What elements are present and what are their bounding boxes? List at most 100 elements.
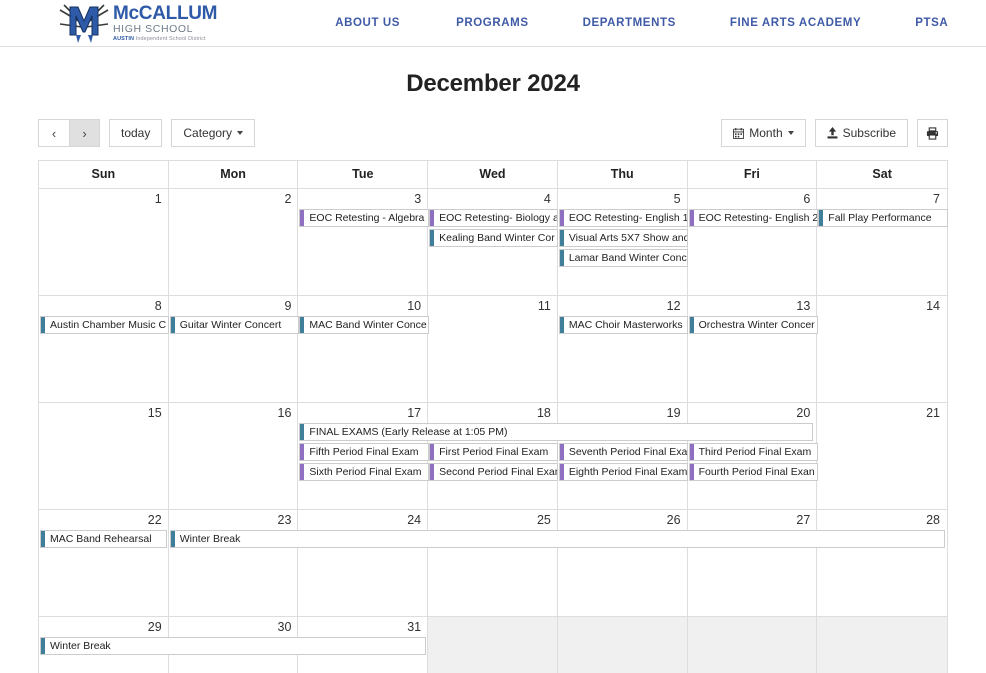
calendar-event[interactable]: Fourth Period Final Exan bbox=[688, 463, 818, 481]
prev-month-button[interactable]: ‹ bbox=[38, 119, 69, 147]
calendar-event[interactable]: EOC Retesting- English 2 bbox=[688, 209, 818, 227]
event-title: Orchestra Winter Concer bbox=[698, 319, 815, 331]
event-row: Austin Chamber Music C Guitar Winter Conc… bbox=[39, 316, 947, 335]
event-title: MAC Band Rehearsal bbox=[50, 533, 152, 545]
view-month-label: Month bbox=[749, 126, 783, 140]
day-number: 2 bbox=[284, 192, 292, 206]
calendar-weeks: 1 2 3 4 5 6 7 EOC Retesting - Algebra EOC Retest… bbox=[39, 189, 948, 673]
event-title: MAC Band Winter Conce bbox=[309, 319, 427, 331]
calendar-event[interactable]: Fall Play Performance bbox=[818, 209, 948, 227]
event-row: FINAL EXAMS (Early Release at 1:05 PM) bbox=[39, 423, 947, 442]
day-number: 31 bbox=[407, 620, 422, 634]
event-title: Visual Arts 5X7 Show and bbox=[568, 232, 688, 244]
calendar-event[interactable]: Third Period Final Exam bbox=[688, 443, 818, 461]
logo-district-rest: Independent School District bbox=[135, 35, 206, 42]
print-button[interactable] bbox=[917, 119, 948, 147]
event-title: Third Period Final Exam bbox=[698, 446, 812, 458]
event-title: Guitar Winter Concert bbox=[179, 319, 282, 331]
day-number: 21 bbox=[926, 406, 940, 420]
day-number: 10 bbox=[407, 299, 422, 313]
calendar-event[interactable]: Austin Chamber Music C bbox=[40, 316, 170, 334]
event-row: EOC Retesting - Algebra EOC Retesting- Bi… bbox=[39, 209, 948, 228]
calendar-toolbar: ‹ › today Category Month Subscribe bbox=[38, 119, 948, 147]
mccallum-knight-m-icon bbox=[58, 1, 110, 45]
event-title: Lamar Band Winter Conc bbox=[568, 252, 687, 264]
calendar-event[interactable]: Winter Break bbox=[169, 530, 945, 548]
event-title: Sixth Period Final Exam bbox=[309, 466, 422, 478]
calendar-event[interactable]: Fifth Period Final Exam bbox=[299, 443, 429, 461]
dow-sat: Sat bbox=[872, 167, 892, 181]
day-number: 1 bbox=[154, 192, 162, 206]
event-title: Winter Break bbox=[50, 640, 111, 652]
nav-item-fine-arts-academy[interactable]: FINE ARTS ACADEMY bbox=[730, 17, 861, 29]
calendar-event[interactable]: EOC Retesting- Biology a bbox=[429, 209, 559, 227]
calendar-event[interactable]: Orchestra Winter Concer bbox=[688, 316, 818, 334]
day-number: 3 bbox=[414, 192, 422, 206]
calendar-week: 22 23 24 25 26 27 28 MAC Band Rehearsal Winter B… bbox=[39, 510, 947, 617]
calendar-week: 1 2 3 4 5 6 7 EOC Retesting - Algebra EOC Retest… bbox=[39, 189, 948, 296]
logo-school-type: HIGH SCHOOL bbox=[113, 23, 194, 35]
dow-wed: Wed bbox=[428, 161, 558, 188]
day-number bbox=[688, 617, 818, 637]
event-title: Fall Play Performance bbox=[828, 212, 932, 224]
calendar-event[interactable]: Lamar Band Winter Conc bbox=[558, 249, 689, 267]
calendar-event[interactable]: First Period Final Exam bbox=[429, 443, 559, 461]
calendar-event[interactable]: Visual Arts 5X7 Show and bbox=[558, 229, 689, 247]
event-title: Winter Break bbox=[179, 533, 241, 545]
category-filter-button[interactable]: Category bbox=[171, 119, 256, 147]
event-title: First Period Final Exam bbox=[439, 446, 549, 458]
day-number: 23 bbox=[277, 513, 292, 527]
next-month-button[interactable]: › bbox=[69, 119, 100, 147]
event-title: EOC Retesting - Algebra bbox=[309, 212, 425, 224]
logo-district-austin: AUSTIN bbox=[113, 35, 135, 42]
calendar-event[interactable]: Guitar Winter Concert bbox=[169, 316, 299, 334]
calendar-event[interactable]: Seventh Period Final Exa bbox=[558, 443, 689, 461]
day-number: 28 bbox=[926, 513, 940, 527]
calendar-event[interactable]: Winter Break bbox=[40, 637, 427, 655]
chevron-down-icon bbox=[237, 131, 244, 135]
calendar-event[interactable]: EOC Retesting- English 1 bbox=[558, 209, 689, 227]
calendar-event[interactable]: MAC Choir Masterworks bbox=[558, 316, 689, 334]
event-row: Lamar Band Winter Conc bbox=[39, 249, 947, 268]
dow-mon: Mon bbox=[169, 161, 299, 188]
day-number: 25 bbox=[536, 513, 551, 527]
calendar-event[interactable]: Kealing Band Winter Cor bbox=[429, 229, 559, 247]
calendar-event[interactable]: Eighth Period Final Exam bbox=[558, 463, 689, 481]
page-title: December 2024 bbox=[406, 70, 580, 97]
day-number: 13 bbox=[796, 299, 811, 313]
day-number: 20 bbox=[796, 406, 811, 420]
event-title: EOC Retesting- English 1 bbox=[568, 212, 688, 224]
calendar-week: 15 16 17 18 19 20 21 FINAL EXAMS (Early Release… bbox=[39, 403, 947, 510]
calendar-event[interactable]: Second Period Final Exar bbox=[429, 463, 559, 481]
nav-item-programs[interactable]: PROGRAMS bbox=[456, 17, 529, 29]
main-navigation: ABOUT US PROGRAMS DEPARTMENTS FINE ARTS … bbox=[335, 17, 948, 29]
nav-item-ptsa[interactable]: PTSA bbox=[915, 17, 948, 29]
logo-district: AUSTIN Independent School District bbox=[113, 35, 217, 43]
nav-item-about-us[interactable]: ABOUT US bbox=[335, 17, 400, 29]
day-number: 6 bbox=[803, 192, 811, 206]
today-button[interactable]: today bbox=[109, 119, 163, 147]
calendar-event[interactable]: MAC Band Rehearsal bbox=[40, 530, 167, 548]
day-number bbox=[817, 617, 947, 637]
event-row: Kealing Band Winter Cor Visual Arts 5X7 S… bbox=[39, 229, 947, 248]
subscribe-label: Subscribe bbox=[842, 126, 896, 140]
day-number: 17 bbox=[407, 406, 422, 420]
day-number: 8 bbox=[154, 299, 162, 313]
calendar-week: 29 30 31 Winter Break bbox=[39, 617, 947, 673]
subscribe-button[interactable]: Subscribe bbox=[814, 119, 908, 147]
view-month-button[interactable]: Month bbox=[721, 119, 806, 147]
calendar-event[interactable]: Sixth Period Final Exam bbox=[299, 463, 429, 481]
event-row: MAC Band Rehearsal Winter Break bbox=[39, 530, 947, 549]
event-title: Fourth Period Final Exan bbox=[698, 466, 815, 478]
calendar-icon bbox=[733, 127, 745, 139]
event-title: EOC Retesting- Biology a bbox=[439, 212, 558, 224]
event-row: Sixth Period Final Exam Second Period Fin… bbox=[39, 463, 947, 482]
nav-item-departments[interactable]: DEPARTMENTS bbox=[583, 17, 676, 29]
calendar-event[interactable]: EOC Retesting - Algebra bbox=[299, 209, 429, 227]
dow-tue: Tue bbox=[298, 161, 429, 188]
printer-icon bbox=[926, 126, 939, 140]
calendar-event[interactable]: FINAL EXAMS (Early Release at 1:05 PM) bbox=[299, 423, 813, 441]
event-title: FINAL EXAMS (Early Release at 1:05 PM) bbox=[309, 426, 508, 438]
school-logo[interactable]: McCALLUM HIGH SCHOOL AUSTIN Independent … bbox=[58, 1, 218, 45]
calendar-event[interactable]: MAC Band Winter Conce bbox=[299, 316, 429, 334]
